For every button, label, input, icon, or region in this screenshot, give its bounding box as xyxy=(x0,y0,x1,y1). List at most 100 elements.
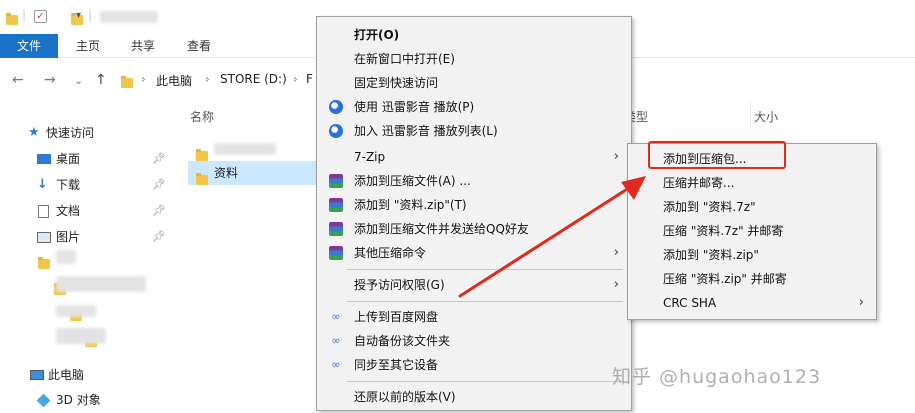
pin-icon[interactable]: 📌︎ xyxy=(152,172,166,198)
breadcrumb-separator-icon[interactable]: › xyxy=(293,72,298,86)
baidu-netdisk-icon: ∞ xyxy=(331,334,341,347)
menu-item-label: 压缩 "资料.7z" 并邮寄 xyxy=(663,224,784,238)
sidebar-item-label: 图片 xyxy=(56,230,81,244)
sidebar-item-label: 下载 xyxy=(56,178,81,192)
folder-icon xyxy=(38,257,50,269)
sidebar-item-label: 快速访问 xyxy=(46,126,95,140)
navigation-pane: ★ 快速访问 桌面 📌︎ ↓ 下载 📌︎ 文档 📌︎ 图片 📌︎ 此电脑 3D … xyxy=(0,100,178,411)
menu-item-label: CRC SHA xyxy=(663,296,717,310)
column-header-name[interactable]: 名称 xyxy=(190,108,214,125)
xunlei-icon xyxy=(329,100,343,114)
breadcrumb-folder[interactable]: F xyxy=(306,72,313,86)
menu-item-baidu-backup[interactable]: ∞ 自动备份该文件夹 xyxy=(317,329,631,353)
folder-icon xyxy=(6,13,18,25)
winrar-icon xyxy=(329,246,343,260)
sidebar-item-pictures[interactable]: 图片 📌︎ xyxy=(0,224,178,250)
menu-item-label: 加入 迅雷影音 播放列表(L) xyxy=(354,124,498,138)
up-icon[interactable]: ↑ xyxy=(95,72,107,88)
winrar-icon xyxy=(329,222,343,236)
watermark: 知乎 @hugaohao123 xyxy=(612,366,822,388)
sidebar-item-label: 文档 xyxy=(56,204,81,218)
location-folder-icon xyxy=(121,76,133,88)
computer-icon xyxy=(30,370,44,380)
blurred-item xyxy=(56,305,96,317)
winrar-icon xyxy=(329,174,343,188)
breadcrumb-separator-icon[interactable]: › xyxy=(141,72,146,86)
pin-icon[interactable]: 📌︎ xyxy=(152,198,166,224)
pin-icon[interactable]: 📌︎ xyxy=(152,224,166,250)
quick-access-dropdown-icon[interactable]: ▾ xyxy=(76,10,81,21)
menu-item-restore-previous[interactable]: 还原以前的版本(V) xyxy=(317,385,631,409)
menu-item-open-new-window[interactable]: 在新窗口中打开(E) xyxy=(317,47,631,71)
breadcrumb-separator-icon[interactable]: › xyxy=(205,72,210,86)
baidu-netdisk-icon: ∞ xyxy=(331,310,341,323)
winrar-icon xyxy=(329,198,343,212)
xunlei-icon xyxy=(329,124,343,138)
pictures-icon xyxy=(37,232,51,243)
list-item[interactable] xyxy=(188,137,318,161)
sidebar-item-label: 3D 对象 xyxy=(56,393,101,407)
tab-view[interactable]: 查看 xyxy=(187,34,211,58)
tab-file[interactable]: 文件 xyxy=(0,34,58,58)
table-row[interactable]: 资料 xyxy=(188,161,318,185)
blurred-item xyxy=(56,250,76,264)
blurred-item xyxy=(214,143,276,155)
column-header-size[interactable]: 大小 xyxy=(754,108,778,125)
menu-item-open[interactable]: 打开(O) xyxy=(317,23,631,47)
tab-home[interactable]: 主页 xyxy=(76,34,100,58)
menu-item-label: 上传到百度网盘 xyxy=(354,310,439,324)
sidebar-item-documents[interactable]: 文档 📌︎ xyxy=(0,198,178,224)
forward-icon[interactable]: → xyxy=(44,72,56,88)
tab-share[interactable]: 共享 xyxy=(131,34,155,58)
window-title xyxy=(100,11,158,23)
blurred-item xyxy=(56,328,106,344)
menu-item-label: 压缩并邮寄... xyxy=(663,176,735,190)
sidebar-item-this-pc[interactable]: 此电脑 xyxy=(0,362,178,388)
sidebar-item-3d-objects[interactable]: 3D 对象 xyxy=(0,387,178,413)
sidebar-item-downloads[interactable]: ↓ 下载 📌︎ xyxy=(0,172,178,198)
menu-item-label: 7-Zip xyxy=(354,150,386,164)
folder-icon xyxy=(196,149,208,161)
baidu-netdisk-icon: ∞ xyxy=(331,358,341,371)
recent-locations-icon[interactable]: ⌄ xyxy=(74,74,83,87)
sidebar-item-label: 此电脑 xyxy=(48,368,85,382)
menu-item-baidu-sync[interactable]: ∞ 同步至其它设备 xyxy=(317,353,631,377)
menu-separator xyxy=(347,381,623,382)
back-icon[interactable]: ← xyxy=(12,72,24,88)
folder-icon xyxy=(196,173,208,185)
menu-item-label: 固定到快速访问 xyxy=(354,76,439,90)
menu-item-label: 授予访问权限(G) xyxy=(354,278,445,292)
sidebar-item-desktop[interactable]: 桌面 📌︎ xyxy=(0,146,178,172)
menu-item-label: 还原以前的版本(V) xyxy=(354,390,456,404)
blurred-item xyxy=(56,276,146,292)
menu-item-label: 添加到 "资料.zip" xyxy=(663,248,759,262)
breadcrumb-drive[interactable]: STORE (D:) xyxy=(220,72,287,86)
3d-objects-icon xyxy=(36,393,51,408)
menu-item-label: 压缩 "资料.zip" 并邮寄 xyxy=(663,272,787,286)
menu-item-pin-quick-access[interactable]: 固定到快速访问 xyxy=(317,71,631,95)
chevron-right-icon: › xyxy=(858,295,864,310)
sidebar-item-quick-access[interactable]: ★ 快速访问 xyxy=(0,120,178,146)
menu-item-label: 其他压缩命令 xyxy=(354,246,427,260)
menu-item-label: 自动备份该文件夹 xyxy=(354,334,451,348)
divider: | xyxy=(88,8,93,22)
menu-item-label: 使用 迅雷影音 播放(P) xyxy=(354,100,475,114)
menu-item-label: 添加到 "资料.7z" xyxy=(663,200,756,214)
properties-icon[interactable]: ✓ xyxy=(34,10,47,23)
menu-item-label: 同步至其它设备 xyxy=(354,358,439,372)
annotation-arrow xyxy=(458,176,646,298)
menu-item-label: 在新窗口中打开(E) xyxy=(354,52,455,66)
sidebar-item-label: 桌面 xyxy=(56,152,81,166)
breadcrumb-this-pc[interactable]: 此电脑 xyxy=(156,72,192,89)
desktop-icon xyxy=(37,154,51,164)
download-icon: ↓ xyxy=(37,177,48,192)
file-name: 资料 xyxy=(214,166,239,180)
menu-item-xunlei-play[interactable]: 使用 迅雷影音 播放(P) xyxy=(317,95,631,119)
star-icon: ★ xyxy=(28,125,40,140)
column-divider[interactable] xyxy=(750,102,751,128)
menu-item-xunlei-playlist[interactable]: 加入 迅雷影音 播放列表(L) xyxy=(317,119,631,143)
divider: | xyxy=(22,8,27,22)
pin-icon[interactable]: 📌︎ xyxy=(152,146,166,172)
document-icon xyxy=(38,205,49,218)
menu-item-label: 打开(O) xyxy=(354,28,400,42)
